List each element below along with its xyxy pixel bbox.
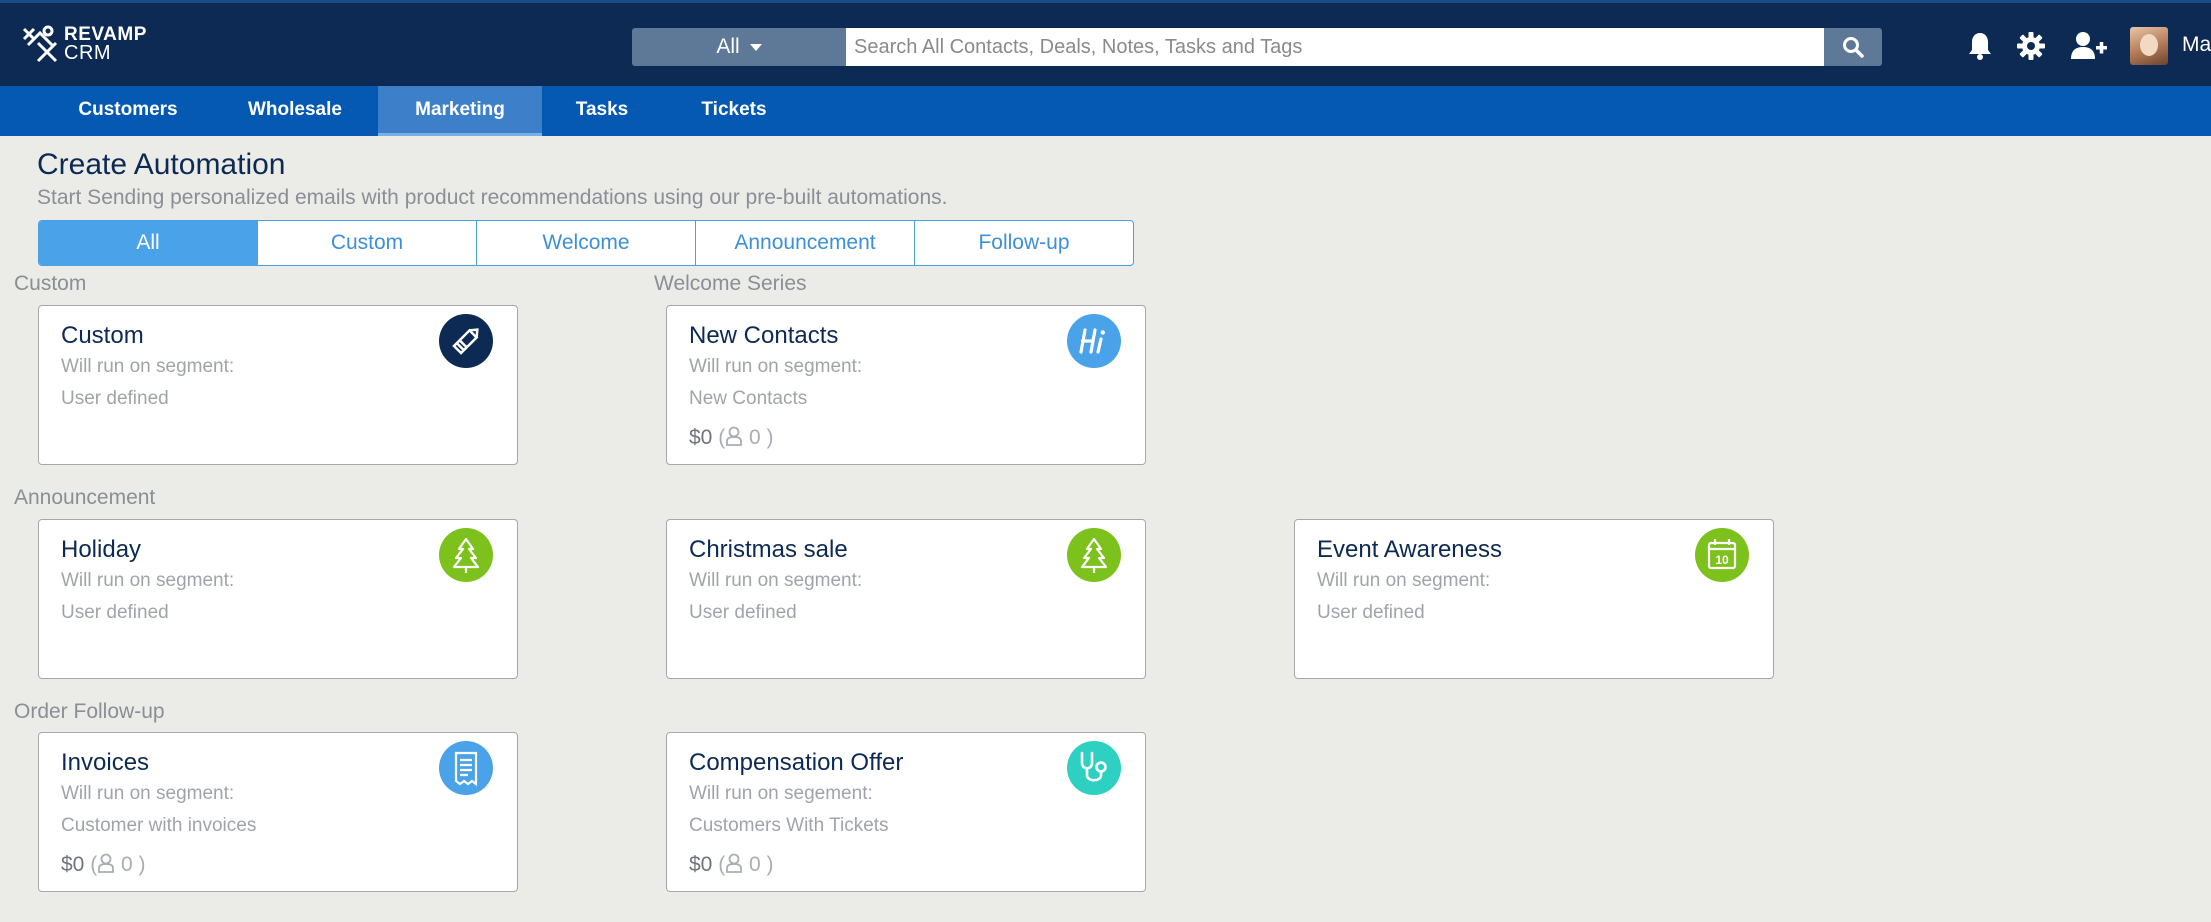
filter-tab-custom[interactable]: Custom xyxy=(257,221,476,265)
card-title: Christmas sale xyxy=(689,536,848,563)
page-subtitle: Start Sending personalized emails with p… xyxy=(37,186,948,209)
automation-card-event-awareness[interactable]: Event Awareness Will run on segment: Use… xyxy=(1294,519,1774,679)
card-title: Custom xyxy=(61,322,144,349)
main-nav: Customers Wholesale Marketing Tasks Tick… xyxy=(0,86,2211,136)
search-button[interactable] xyxy=(1824,28,1882,66)
person-icon xyxy=(726,853,743,873)
calendar-icon: 10 xyxy=(1695,528,1749,582)
card-title: Holiday xyxy=(61,536,142,563)
search-scope-label: All xyxy=(716,35,740,58)
search-icon xyxy=(1843,37,1864,58)
automation-card-custom[interactable]: Custom Will run on segment: User defined xyxy=(38,305,518,465)
caret-down-icon xyxy=(749,43,762,51)
card-stats: $0 ( 0 ) xyxy=(689,426,774,450)
card-segment-value: User defined xyxy=(61,388,169,409)
invoice-icon xyxy=(439,741,493,795)
logo-icon xyxy=(22,25,58,63)
card-contact-count: 0 ) xyxy=(749,853,774,876)
card-title: Invoices xyxy=(61,749,150,776)
bell-icon[interactable] xyxy=(1966,31,1994,61)
tree-icon xyxy=(1067,528,1121,582)
filter-tab-announcement[interactable]: Announcement xyxy=(695,221,914,265)
card-segment-value: Customers With Tickets xyxy=(689,815,889,836)
card-stats-open: ( xyxy=(718,853,726,876)
tree-icon xyxy=(439,528,493,582)
username[interactable]: Ma xyxy=(2182,33,2211,57)
card-segment-label: Will run on segment: xyxy=(689,356,863,377)
card-segment-value: User defined xyxy=(61,602,169,623)
search-input[interactable] xyxy=(846,28,1824,66)
card-contact-count: 0 ) xyxy=(121,853,146,876)
section-label-welcome-series: Welcome Series xyxy=(654,272,807,295)
card-title: New Contacts xyxy=(689,322,839,349)
card-stats-open: ( xyxy=(718,426,726,449)
card-revenue: $0 xyxy=(689,426,713,449)
card-segment-value: User defined xyxy=(689,602,797,623)
pencil-icon xyxy=(439,314,493,368)
section-label-custom: Custom xyxy=(14,272,87,295)
search-scope-dropdown[interactable]: All xyxy=(632,28,846,66)
gear-icon[interactable] xyxy=(2016,31,2046,61)
card-contact-count: 0 ) xyxy=(749,426,774,449)
automation-card-christmas-sale[interactable]: Christmas sale Will run on segment: User… xyxy=(666,519,1146,679)
hi-icon xyxy=(1067,314,1121,368)
automation-card-new-contacts[interactable]: New Contacts Will run on segment: New Co… xyxy=(666,305,1146,465)
nav-item-marketing[interactable]: Marketing xyxy=(378,86,542,136)
logo-subtext: CRM xyxy=(64,42,112,64)
card-revenue: $0 xyxy=(61,853,85,876)
logo[interactable]: REVAMP CRM xyxy=(20,21,180,69)
card-segment-value: User defined xyxy=(1317,602,1425,623)
calendar-day: 10 xyxy=(1715,553,1729,567)
nav-item-wholesale[interactable]: Wholesale xyxy=(236,86,354,136)
nav-item-tasks[interactable]: Tasks xyxy=(562,86,642,136)
card-stats-open: ( xyxy=(90,853,98,876)
category-filter-tabs: All Custom Welcome Announcement Follow-u… xyxy=(38,220,1134,266)
card-segment-label: Will run on segment: xyxy=(61,356,235,377)
person-icon xyxy=(98,853,115,873)
automation-card-holiday[interactable]: Holiday Will run on segment: User define… xyxy=(38,519,518,679)
page-title: Create Automation xyxy=(37,148,286,181)
filter-tab-all[interactable]: All xyxy=(39,221,257,265)
card-segment-label: Will run on segment: xyxy=(689,570,863,591)
card-stats: $0 ( 0 ) xyxy=(689,853,774,877)
card-revenue: $0 xyxy=(689,853,713,876)
nav-item-tickets[interactable]: Tickets xyxy=(690,86,778,136)
section-label-order-follow-up: Order Follow-up xyxy=(14,700,165,723)
card-segment-value: Customer with invoices xyxy=(61,815,257,836)
automation-card-compensation-offer[interactable]: Compensation Offer Will run on segement:… xyxy=(666,732,1146,892)
avatar[interactable] xyxy=(2130,27,2168,65)
card-segment-value: New Contacts xyxy=(689,388,808,409)
person-icon xyxy=(726,426,743,446)
card-title: Compensation Offer xyxy=(689,749,904,776)
card-title: Event Awareness xyxy=(1317,536,1503,563)
stethoscope-icon xyxy=(1067,741,1121,795)
top-bar: REVAMP CRM All Search All Contacts, Deal… xyxy=(0,0,2211,86)
filter-tab-follow-up[interactable]: Follow-up xyxy=(914,221,1133,265)
filter-tab-welcome[interactable]: Welcome xyxy=(476,221,695,265)
card-segment-label: Will run on segement: xyxy=(689,783,873,804)
automation-card-invoices[interactable]: Invoices Will run on segment: Customer w… xyxy=(38,732,518,892)
nav-item-customers[interactable]: Customers xyxy=(64,86,192,136)
card-segment-label: Will run on segment: xyxy=(61,783,235,804)
card-segment-label: Will run on segment: xyxy=(61,570,235,591)
card-segment-label: Will run on segment: xyxy=(1317,570,1491,591)
add-user-icon[interactable] xyxy=(2070,31,2108,61)
section-label-announcement: Announcement xyxy=(14,486,156,509)
card-stats: $0 ( 0 ) xyxy=(61,853,146,877)
